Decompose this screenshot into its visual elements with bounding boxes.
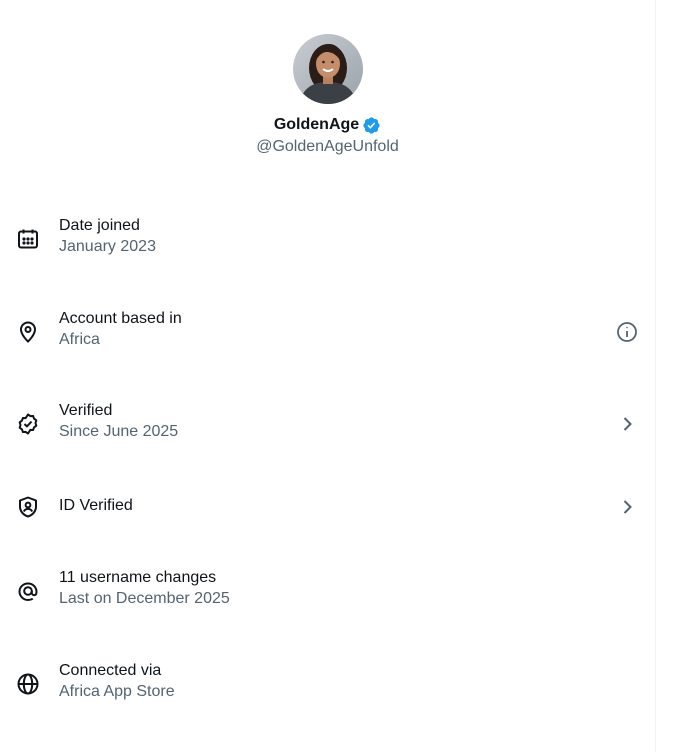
detail-row-date-joined: Date joined January 2023	[0, 216, 655, 262]
detail-label: Account based in	[59, 310, 182, 327]
detail-value: January 2023	[59, 238, 156, 255]
info-icon[interactable]	[615, 320, 639, 344]
verified-badge-icon	[362, 116, 381, 135]
profile-header: GoldenAge @GoldenAgeUnfold	[0, 34, 655, 156]
chevron-right-icon[interactable]	[615, 412, 639, 436]
at-sign-icon	[16, 579, 40, 603]
detail-value: Last on December 2025	[59, 590, 230, 607]
location-pin-icon	[16, 320, 40, 344]
detail-row-connected-via: Connected via Africa App Store	[0, 661, 655, 707]
detail-label: 11 username changes	[59, 569, 217, 586]
detail-label: Connected via	[59, 662, 162, 679]
detail-row-id-verified[interactable]: ID Verified	[0, 484, 655, 530]
detail-value: Africa	[59, 331, 100, 348]
display-name: GoldenAge	[273, 116, 360, 133]
detail-value: Africa App Store	[59, 683, 175, 700]
detail-row-verified[interactable]: Verified Since June 2025	[0, 401, 655, 447]
detail-label: Date joined	[59, 217, 140, 234]
chevron-right-icon[interactable]	[615, 495, 639, 519]
detail-label: Verified	[59, 402, 113, 419]
panel-divider	[655, 0, 656, 752]
name-row: GoldenAge	[0, 114, 655, 136]
id-shield-icon	[16, 495, 40, 519]
verified-seal-icon	[16, 412, 40, 436]
about-account-panel: GoldenAge @GoldenAgeUnfold Date joined J…	[0, 0, 655, 752]
detail-value: Since June 2025	[59, 423, 179, 440]
calendar-icon	[16, 227, 40, 251]
detail-label: ID Verified	[59, 497, 133, 514]
detail-row-account-based-in: Account based in Africa	[0, 309, 655, 355]
handle: @GoldenAgeUnfold	[256, 138, 399, 155]
avatar[interactable]	[292, 34, 363, 104]
detail-row-username-changes: 11 username changes Last on December 202…	[0, 568, 655, 614]
globe-icon	[16, 672, 40, 696]
